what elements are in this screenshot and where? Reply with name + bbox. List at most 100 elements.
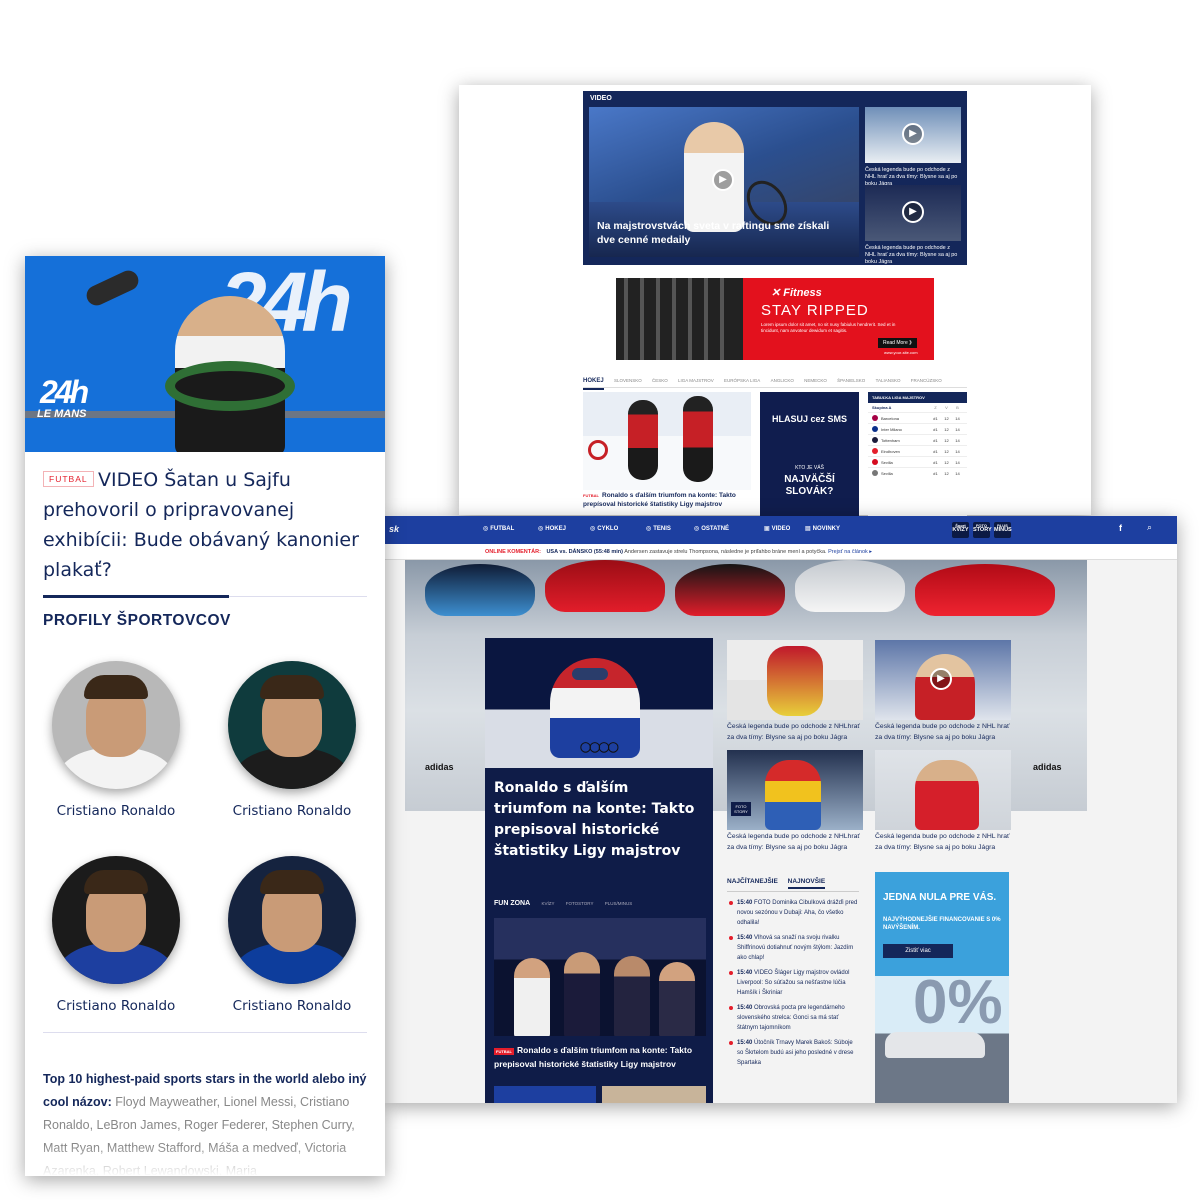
news-text[interactable]: Útočník Trnavy Marek Bakoš: Súboje so Šk…	[737, 1040, 853, 1066]
fun-zone-image[interactable]	[494, 918, 706, 1036]
avatar[interactable]	[228, 856, 356, 984]
main-video-caption[interactable]: Na majstrovstvách sveta v raftingu sme z…	[597, 219, 837, 247]
mobile-article-tag[interactable]: FUTBAL	[43, 471, 94, 487]
bmw-ad-button[interactable]: Zistiť viac	[883, 944, 953, 958]
tab-hokej[interactable]: HOKEJ	[583, 374, 604, 390]
fun-thumb[interactable]	[494, 1086, 596, 1103]
video-thumb-ski[interactable]: ▶	[865, 107, 961, 163]
live-match[interactable]: USA vs. DÁNSKO (55:48 min)	[546, 549, 623, 555]
tab-plus-minus[interactable]: PLUS/MINUS	[605, 901, 633, 906]
athlete-profile[interactable]: Cristiano Ronaldo	[217, 661, 367, 819]
article-tile[interactable]	[875, 750, 1011, 830]
league-table-row[interactable]: Inter Milano #1 12 14	[868, 423, 967, 434]
tab-taliansko[interactable]: TALIANSKO	[876, 374, 901, 388]
hockey-article-title[interactable]: FUTBAL Ronaldo s ďalším triumfom na konte…	[583, 491, 751, 509]
league-table-row[interactable]: Tottenham #1 12 14	[868, 434, 967, 445]
play-icon[interactable]: ▶	[902, 201, 924, 223]
league-table-row[interactable]: Eindhoven #1 12 14	[868, 445, 967, 456]
athlete-name[interactable]: Cristiano Ronaldo	[41, 803, 191, 819]
article-tile-caption[interactable]: Česká legenda bude po odchode z NHLhrať …	[727, 721, 867, 743]
news-time: 15:40	[737, 900, 753, 906]
stat-v: 12	[944, 426, 949, 432]
news-item[interactable]: 15:40 VIDEO Šláger Ligy majstrov ovládol…	[727, 968, 859, 998]
news-item[interactable]: 15:40 FOTO Dominika Cibulková drážďi pre…	[727, 898, 859, 928]
athlete-name[interactable]: Cristiano Ronaldo	[217, 803, 367, 819]
bmw-ad[interactable]: JEDNA NULA PRE VÁS. NAJVÝHODNEJŠIE FINAN…	[875, 872, 1009, 1103]
avatar[interactable]	[228, 661, 356, 789]
main-article-image[interactable]: ◯◯◯◯	[485, 638, 713, 768]
news-item[interactable]: 15:40 Obrovská pocta pre legendárneho sl…	[727, 1003, 859, 1033]
news-text[interactable]: Vlhová sa snaží na svoju rivalku Shiffri…	[737, 935, 853, 961]
play-icon[interactable]: ▶	[930, 668, 952, 690]
nav-tenis[interactable]: ◎ TENIS	[646, 525, 671, 532]
tab-europska-liga[interactable]: EURÓPSKA LIGA	[724, 374, 760, 388]
nav-futbal[interactable]: ◎ FUTBAL	[483, 525, 514, 532]
tab-nemecko[interactable]: NEMECKO	[804, 374, 827, 388]
article-tile[interactable]	[727, 640, 863, 720]
nav-video[interactable]: ▣ VIDEO	[764, 525, 790, 532]
avatar[interactable]	[52, 661, 180, 789]
news-text[interactable]: VIDEO Šláger Ligy majstrov ovládol Liver…	[737, 970, 849, 996]
video-thumb-coach[interactable]: ▶	[865, 185, 961, 241]
sms-vote-ad[interactable]: HLASUJ cez SMS KTO JE VÁŠ NAJVÄČŠÍ SLOVÁ…	[760, 392, 859, 516]
article-tile-caption[interactable]: Česká legenda bude po odchode z NHL hrať…	[875, 831, 1015, 853]
avatar[interactable]	[52, 856, 180, 984]
news-item[interactable]: 15:40 Vlhová sa snaží na svoju rivalku S…	[727, 933, 859, 963]
tab-cesko[interactable]: ČESKO	[652, 374, 668, 388]
news-text[interactable]: Obrovská pocta pre legendárneho slovensk…	[737, 1005, 845, 1031]
facebook-icon[interactable]: f	[1119, 523, 1122, 533]
tab-slovensko[interactable]: SLOVENSKO	[614, 374, 642, 388]
news-icon: ▤	[805, 526, 811, 532]
fun-zone-title[interactable]: Ronaldo s ďalším triumfom na konte: Takt…	[494, 1045, 692, 1069]
tab-najnovsie[interactable]: NAJNOVŠIE	[787, 878, 826, 889]
athlete-profile[interactable]: Cristiano Ronaldo	[217, 856, 367, 1014]
news-item[interactable]: 15:40 Útočník Trnavy Marek Bakoš: Súboje…	[727, 1038, 859, 1068]
athlete-profile[interactable]: Cristiano Ronaldo	[41, 856, 191, 1014]
hockey-article-image[interactable]	[583, 392, 751, 490]
news-text[interactable]: FOTO Dominika Cibulková drážďi pred novo…	[737, 900, 857, 926]
goggles-image	[570, 666, 610, 682]
live-text: Andersen zastavuje strelu Thompsona, nás…	[624, 549, 827, 555]
team-logo-icon	[872, 470, 878, 476]
nav-ostatne[interactable]: ◎ OSTATNÉ	[694, 525, 729, 532]
nav-novinky[interactable]: ▤ NOVINKY	[805, 525, 840, 532]
nav-cyklo[interactable]: ◎ CYKLO	[590, 525, 618, 532]
ad-read-more-button[interactable]: Read More ⟫	[878, 338, 917, 348]
article-title-text[interactable]: Ronaldo s ďalším triumfom na konte: Takt…	[583, 492, 736, 508]
athlete-name[interactable]: Cristiano Ronaldo	[217, 998, 367, 1014]
tab-kvizy[interactable]: KVÍZY	[541, 901, 554, 906]
league-table-row[interactable]: Barcelona #1 12 14	[868, 412, 967, 423]
league-table-row[interactable]: Sevilla #1 12 14	[868, 467, 967, 478]
main-article-card[interactable]: ◯◯◯◯ Ronaldo s ďalším triumfom na konte:…	[485, 638, 713, 1103]
search-icon[interactable]: ⌕	[1147, 522, 1152, 533]
pill-foto-story[interactable]: FOTO STORY	[973, 522, 992, 538]
athlete-profile[interactable]: Cristiano Ronaldo	[41, 661, 191, 819]
tab-fun-zona[interactable]: FUN ZONA	[494, 900, 530, 907]
video-thumb-caption[interactable]: Česká legenda bude po odchode z NHL hrať…	[865, 245, 961, 266]
play-icon[interactable]: ▶	[712, 169, 734, 191]
athlete-name[interactable]: Cristiano Ronaldo	[41, 998, 191, 1014]
article-tile-caption[interactable]: Česká legenda bude po odchode z NHLhrať …	[727, 831, 867, 853]
nav-hokej[interactable]: ◎ HOKEJ	[538, 525, 566, 532]
tab-francuzsko[interactable]: FRANCÚZSKO	[911, 374, 942, 388]
fun-thumb[interactable]	[602, 1086, 706, 1103]
article-tile[interactable]: ▶	[875, 640, 1011, 720]
fitness-ad-banner[interactable]: ✕ Fitness STAY RIPPED Lorem ipsum dolor …	[616, 278, 934, 360]
play-icon[interactable]: ▶	[902, 123, 924, 145]
article-tile-caption[interactable]: Česká legenda bude po odchode z NHL hrať…	[875, 721, 1015, 743]
mobile-hero-image[interactable]: 24h 24h LE MANS	[25, 256, 385, 452]
tab-liga-majstrov[interactable]: LIGA MAJSTROV	[678, 374, 714, 388]
tab-spanielsko[interactable]: ŠPANIELSKO	[837, 374, 865, 388]
site-logo[interactable]: sk	[389, 524, 399, 534]
league-table-row[interactable]: Sevilla #1 12 14	[868, 456, 967, 467]
tab-anglicko[interactable]: ANGLICKO	[771, 374, 794, 388]
tab-najcitanejsie[interactable]: NAJČÍTANEJŠIE	[727, 878, 778, 885]
tab-fotostory[interactable]: FOTOSTORY	[566, 901, 594, 906]
main-video-card[interactable]: ▶ Na majstrovstvách sveta v raftingu sme…	[589, 107, 859, 257]
pill-kvizy[interactable]: Šport KVÍZY	[952, 522, 969, 538]
article-tile[interactable]: FOTO STORY	[727, 750, 863, 830]
pill-plus-minus[interactable]: PLUS MÍNUS	[994, 522, 1012, 538]
fun-zone-caption[interactable]: FUTBAL Ronaldo s ďalším triumfom na konte…	[494, 1044, 706, 1071]
main-article-title[interactable]: Ronaldo s ďalším triumfom na konte: Takt…	[494, 778, 706, 862]
live-link[interactable]: Prejsť na článok ▸	[828, 549, 872, 555]
